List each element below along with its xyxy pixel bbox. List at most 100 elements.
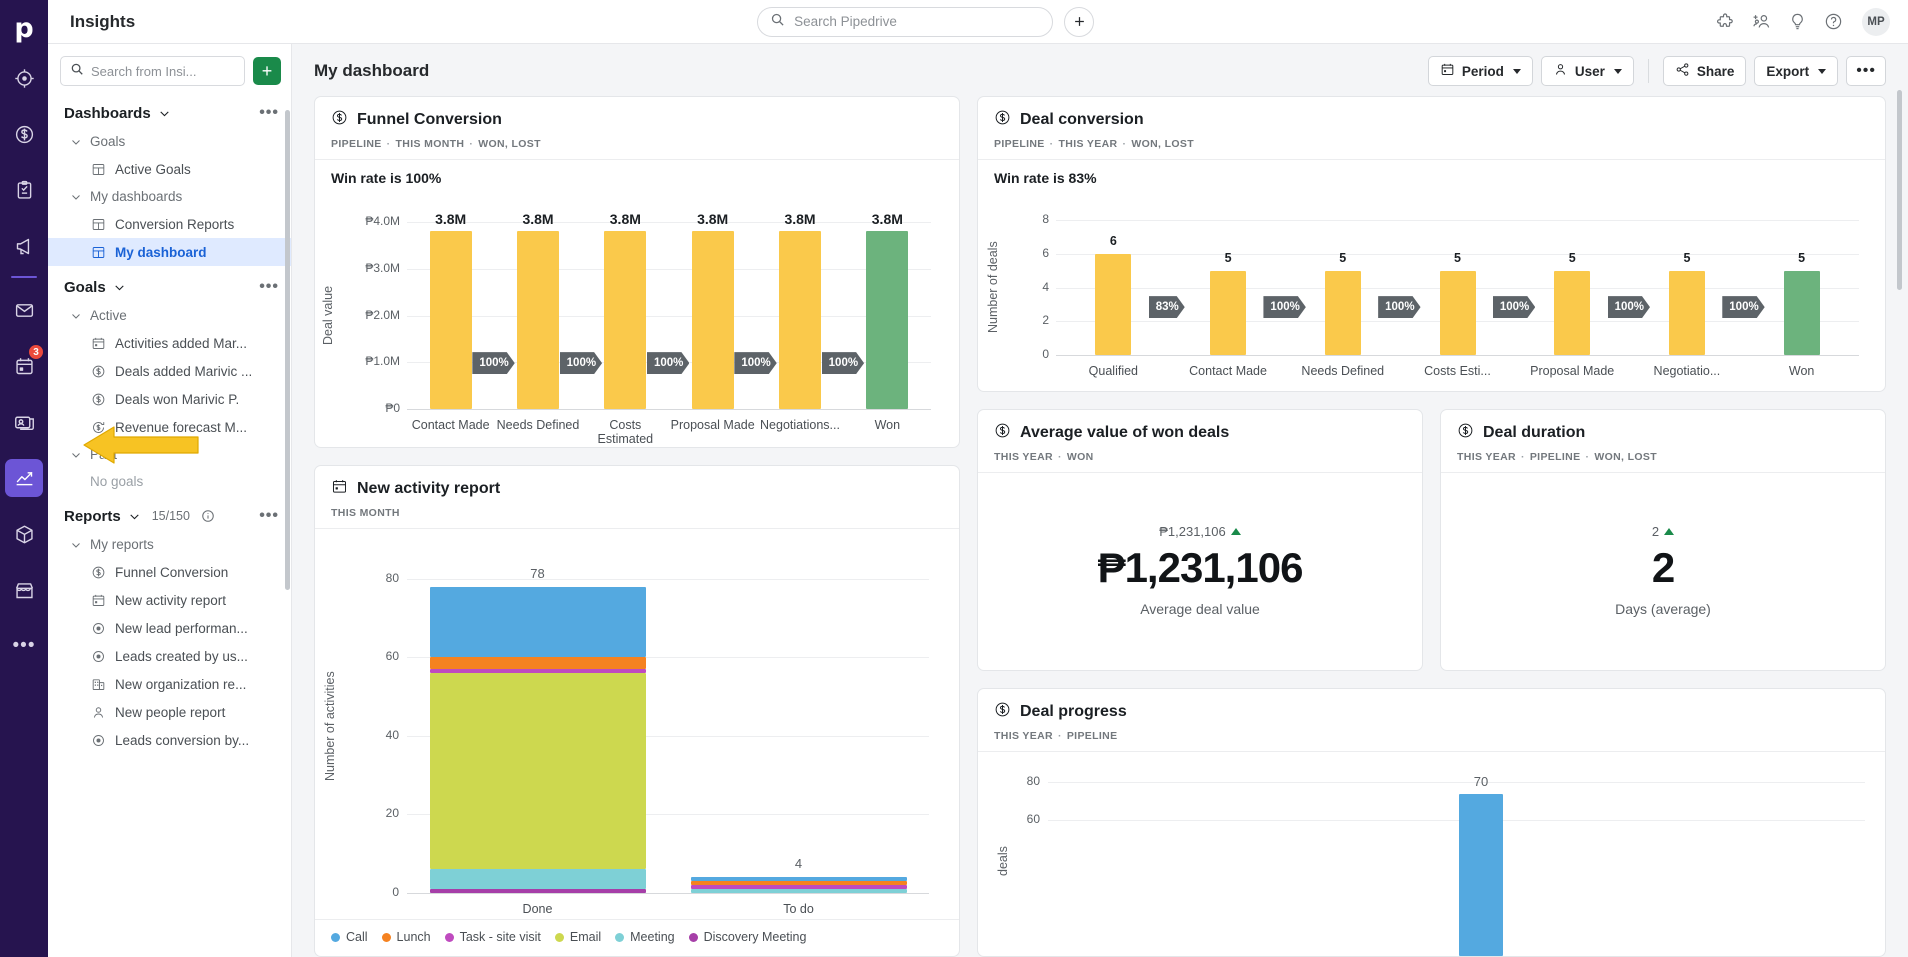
bar[interactable] [517,231,559,409]
sidebar-group-past[interactable]: Past [48,441,291,468]
new-activity-report-chart[interactable]: Number of activities 0 20 40 60 80 78 Done 4 To d… [315,529,959,919]
period-filter-button[interactable]: Period [1427,56,1533,86]
deal-progress-chart[interactable]: deals 80 60 70 [978,752,1885,956]
dashboard-more-button[interactable]: ••• [1846,56,1886,86]
legend-item[interactable]: Discovery Meeting [688,930,806,944]
stacked-bar-segment[interactable] [429,669,646,673]
more-icon[interactable]: ••• [5,627,43,665]
avatar[interactable]: MP [1862,7,1890,36]
stacked-bar-segment[interactable] [429,586,646,658]
sidebar-section-reports[interactable]: Reports 15/150 ••• [48,495,291,531]
calendar-icon[interactable]: 3 [5,344,44,385]
sidebar-group-active[interactable]: Active [48,302,291,329]
lightbulb-icon[interactable] [1788,12,1807,31]
contacts-icon[interactable] [5,403,43,441]
chevron-down-icon[interactable] [70,310,82,322]
info-icon[interactable] [201,509,215,523]
leads-icon[interactable] [5,59,43,97]
bar[interactable] [604,231,647,409]
sidebar-section-dashboards[interactable]: Dashboards ••• [48,92,291,128]
sidebar-item-new-people-report[interactable]: New people report [48,698,291,726]
export-button[interactable]: Export [1754,56,1839,86]
marketplace-icon[interactable] [5,571,43,609]
bar[interactable] [1095,253,1132,355]
sidebar-item-new-organization-report[interactable]: New organization re... [48,670,291,698]
activities-icon[interactable] [5,171,43,209]
funnel-conversion-chart[interactable]: Deal value ₱0 ₱1.0M ₱2.0M ₱3.0M ₱4.0M 3.8M Cont… [315,196,959,447]
user-filter-button[interactable]: User [1540,56,1634,86]
sidebar-group-my-reports[interactable]: My reports [48,531,291,558]
sidebar-item-conversion-reports[interactable]: Conversion Reports [48,210,291,238]
y-axis-tick: 40 [385,727,399,742]
chevron-down-icon[interactable] [70,191,82,203]
stacked-bar-segment[interactable] [429,889,646,893]
chevron-down-icon[interactable] [128,510,141,523]
sidebar-item-my-dashboard[interactable]: My dashboard [48,238,291,266]
chevron-down-icon [1613,68,1622,74]
stacked-bar-segment[interactable] [690,881,907,886]
chevron-down-icon[interactable] [70,136,82,148]
sidebar-group-goals[interactable]: Goals [48,128,291,155]
bar[interactable] [1459,794,1503,956]
legend-item[interactable]: Call [331,930,368,944]
goals-more-icon[interactable]: ••• [259,278,279,296]
legend-item[interactable]: Task - site visit [444,930,541,944]
campaigns-icon[interactable] [5,227,43,265]
pipedrive-logo-icon[interactable]: p [0,6,48,50]
sidebar-item-deals-added[interactable]: Deals added Marivic ... [48,357,291,385]
share-button[interactable]: Share [1662,56,1747,86]
bar[interactable] [866,231,909,409]
puzzle-icon[interactable] [1716,12,1735,31]
global-search-input[interactable]: Search Pipedrive [757,6,1054,37]
sidebar-item-funnel-conversion[interactable]: Funnel Conversion [48,558,291,586]
bar[interactable] [779,231,821,409]
bar[interactable] [1554,270,1591,355]
legend-item[interactable]: Lunch [381,930,431,944]
stacked-bar-segment[interactable] [429,869,646,890]
main-scrollbar[interactable] [1897,90,1902,290]
stacked-bar-segment[interactable] [429,657,646,670]
sidebar-section-goals[interactable]: Goals ••• [48,266,291,302]
add-item-button[interactable]: + [253,57,281,85]
legend-item[interactable]: Email [554,930,601,944]
quick-add-button[interactable] [1064,6,1095,37]
sidebar-item-label: Leads created by us... [115,648,248,664]
bar[interactable] [691,231,734,409]
stacked-bar-segment[interactable] [690,877,907,882]
bar[interactable] [1324,270,1361,355]
chevron-down-icon[interactable] [70,539,82,551]
sidebar-item-activities-added[interactable]: Activities added Mar... [48,329,291,357]
bar[interactable] [1439,270,1476,355]
reports-more-icon[interactable]: ••• [259,507,279,525]
bar[interactable] [1210,270,1247,355]
products-icon[interactable] [5,515,43,553]
chevron-down-icon[interactable] [70,449,82,461]
sidebar-scrollbar[interactable] [285,110,290,590]
chevron-down-icon[interactable] [113,281,126,294]
sidebar-search-input[interactable]: Search from Insi... [60,56,245,86]
sidebar-item-revenue-forecast[interactable]: Revenue forecast M... [48,413,291,441]
card-header: Deal conversion PIPELINE · THIS YEAR · WON, … [978,97,1885,159]
stacked-bar-segment[interactable] [690,885,907,890]
invite-user-icon[interactable] [1752,12,1771,31]
dashboards-more-icon[interactable]: ••• [259,104,279,122]
sidebar-item-new-lead-performance[interactable]: New lead performan... [48,614,291,642]
chevron-down-icon[interactable] [158,107,171,120]
stacked-bar-segment[interactable] [690,889,907,893]
bar[interactable] [1668,270,1705,355]
sidebar-group-my-dashboards[interactable]: My dashboards [48,183,291,210]
sidebar-item-active-goals[interactable]: Active Goals [48,155,291,183]
sidebar-item-new-activity-report[interactable]: New activity report [48,586,291,614]
deals-icon[interactable] [5,115,43,153]
sidebar-item-leads-conversion-by[interactable]: Leads conversion by... [48,726,291,754]
help-icon[interactable] [1824,12,1843,31]
stacked-bar-segment[interactable] [429,672,646,870]
bar[interactable] [429,231,472,409]
mail-icon[interactable] [5,291,43,329]
legend-item[interactable]: Meeting [615,930,675,944]
insights-icon[interactable] [5,459,43,497]
sidebar-item-deals-won[interactable]: Deals won Marivic P. [48,385,291,413]
deal-conversion-chart[interactable]: Number of deals 0 2 4 6 8 6 Qualified 83% 5 Contac… [978,196,1885,391]
sidebar-item-leads-created-by-user[interactable]: Leads created by us... [48,642,291,670]
bar[interactable] [1783,270,1820,355]
